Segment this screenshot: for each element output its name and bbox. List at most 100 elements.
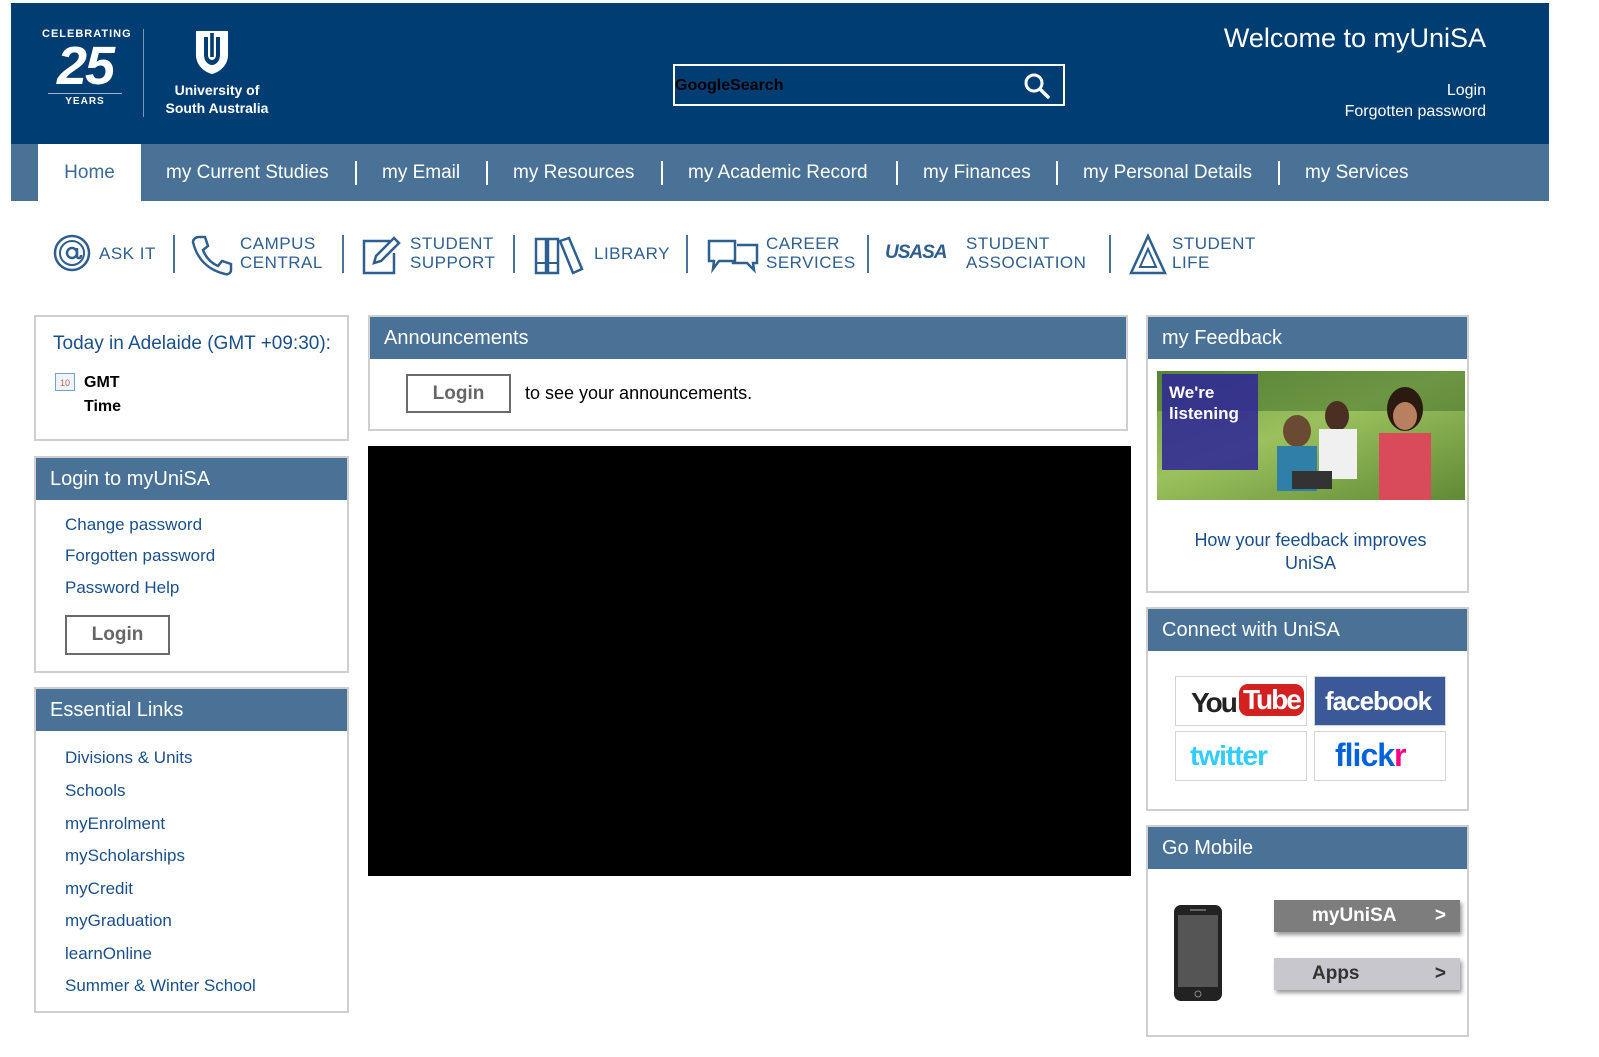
- header-forgotten-password-link[interactable]: Forgotten password: [1345, 101, 1486, 122]
- logo-divider: [143, 29, 144, 117]
- facebook-logo: facebook: [1325, 686, 1432, 716]
- login-panel-title: Login to myUniSA: [36, 458, 347, 500]
- nav-separator: [1278, 161, 1280, 185]
- nav-separator: [1056, 161, 1058, 185]
- books-icon: [534, 236, 584, 275]
- main-nav: Home my Current Studies my Email my Reso…: [11, 144, 1549, 201]
- header-links: Login Forgotten password: [1345, 80, 1486, 122]
- service-ask-it-label: ASK IT: [99, 244, 156, 263]
- nav-my-academic-record[interactable]: my Academic Record: [688, 144, 868, 201]
- nav-my-email[interactable]: my Email: [382, 144, 460, 201]
- nav-separator: [661, 161, 663, 185]
- speech-bubbles-icon: [707, 239, 759, 274]
- service-separator: [342, 235, 344, 273]
- service-ask-it[interactable]: ASK IT: [52, 215, 164, 295]
- service-library-label: LIBRARY: [594, 244, 670, 263]
- nav-my-services[interactable]: my Services: [1305, 144, 1408, 201]
- link-summer-winter-school[interactable]: Summer & Winter School: [65, 976, 256, 996]
- service-student-association[interactable]: USASA STUDENT ASSOCIATION: [885, 215, 1099, 295]
- service-separator: [173, 235, 175, 273]
- youtube-you: You: [1191, 687, 1238, 718]
- nav-my-current-studies[interactable]: my Current Studies: [166, 144, 329, 201]
- service-student-support-line1: STUDENT: [410, 234, 494, 253]
- at-icon: [53, 234, 91, 272]
- usasa-logo-icon: USASA: [885, 242, 948, 263]
- link-mycredit[interactable]: myCredit: [65, 879, 133, 899]
- youtube-link[interactable]: You Tube: [1175, 676, 1307, 726]
- password-help-link[interactable]: Password Help: [65, 578, 179, 598]
- university-name: University of South Australia: [157, 81, 277, 117]
- flickr-fl: flick: [1335, 737, 1395, 773]
- service-student-life-line2: LIFE: [1172, 253, 1210, 272]
- link-learnonline[interactable]: learnOnline: [65, 944, 152, 964]
- service-library[interactable]: LIBRARY: [533, 215, 673, 295]
- service-student-life-line1: STUDENT: [1172, 234, 1256, 253]
- login-button[interactable]: Login: [65, 615, 170, 655]
- youtube-tube: Tube: [1239, 684, 1304, 716]
- today-title: Today in Adelaide (GMT +09:30):: [53, 333, 331, 354]
- service-student-association-line1: STUDENT: [966, 234, 1050, 253]
- twitter-link[interactable]: twitter: [1175, 731, 1307, 781]
- service-career-services[interactable]: CAREER SERVICES: [705, 215, 857, 295]
- feedback-improves-link[interactable]: How your feedback improves UniSA: [1178, 529, 1443, 575]
- announcements-text: to see your announcements.: [525, 383, 753, 403]
- calendar-icon: 10: [55, 373, 75, 391]
- nav-my-resources[interactable]: my Resources: [513, 144, 634, 201]
- nav-home[interactable]: Home: [38, 144, 141, 201]
- feedback-banner-image[interactable]: We're listening: [1157, 371, 1465, 500]
- facebook-link[interactable]: facebook: [1314, 676, 1446, 726]
- unisa-logo[interactable]: University of South Australia: [153, 29, 283, 121]
- link-myscholarships[interactable]: myScholarships: [65, 846, 185, 866]
- connect-title: Connect with UniSA: [1148, 609, 1467, 651]
- flickr-logo-main: flickr: [1335, 737, 1407, 774]
- link-divisions-units[interactable]: Divisions & Units: [65, 748, 193, 768]
- link-mygraduation[interactable]: myGraduation: [65, 911, 172, 931]
- login-panel: Login to myUniSA Change password Forgott…: [34, 456, 349, 673]
- service-campus-central[interactable]: CAMPUS CENTRAL: [190, 215, 330, 295]
- announcements-title: Announcements: [370, 317, 1126, 359]
- today-time-label: Time: [84, 398, 122, 415]
- service-campus-central-line1: CAMPUS: [240, 234, 316, 253]
- search-input[interactable]: [675, 66, 1015, 104]
- service-career-services-line1: CAREER: [766, 234, 840, 253]
- site-header: CELEBRATING 25 YEARS University of South…: [11, 3, 1549, 144]
- header-login-link[interactable]: Login: [1345, 80, 1486, 101]
- phone-icon: [191, 235, 233, 276]
- triangle-icon: [1129, 233, 1167, 275]
- service-separator: [867, 235, 869, 273]
- service-career-services-line2: SERVICES: [766, 253, 856, 272]
- flickr-link[interactable]: flickr: [1314, 731, 1446, 781]
- service-separator: [686, 235, 688, 273]
- service-student-support[interactable]: STUDENT SUPPORT: [360, 215, 502, 295]
- essential-links-panel: Essential Links Divisions & Units School…: [34, 687, 349, 1013]
- mobile-myunisa-button[interactable]: myUniSA >: [1274, 900, 1460, 932]
- flickr-r: r: [1394, 737, 1406, 773]
- nav-separator: [355, 161, 357, 185]
- go-mobile-title: Go Mobile: [1148, 827, 1467, 869]
- go-mobile-panel: Go Mobile myUniSA > Apps >: [1146, 825, 1469, 1037]
- service-student-support-line2: SUPPORT: [410, 253, 496, 272]
- service-campus-central-line2: CENTRAL: [240, 253, 323, 272]
- pencil-icon: [362, 236, 401, 275]
- feedback-panel: my Feedback We're listening How your fee…: [1146, 315, 1469, 593]
- nav-my-finances[interactable]: my Finances: [923, 144, 1031, 201]
- service-separator: [513, 235, 515, 273]
- link-myenrolment[interactable]: myEnrolment: [65, 814, 165, 834]
- celebrating-25-years-logo[interactable]: CELEBRATING 25 YEARS: [42, 27, 131, 117]
- nav-my-personal-details[interactable]: my Personal Details: [1083, 144, 1252, 201]
- feedback-banner-text: We're listening: [1162, 374, 1258, 470]
- service-links-bar: ASK IT CAMPUS CENTRAL STUDENT SUPPORT LI…: [0, 215, 1599, 295]
- forgotten-password-link[interactable]: Forgotten password: [65, 546, 215, 566]
- service-separator: [1109, 235, 1111, 273]
- announcements-panel: Announcements Login to see your announce…: [368, 315, 1128, 431]
- change-password-link[interactable]: Change password: [65, 515, 202, 535]
- search-icon[interactable]: [1023, 72, 1051, 100]
- today-gmt-label: GMT: [84, 374, 120, 391]
- chevron-right-icon: >: [1434, 905, 1446, 926]
- link-schools[interactable]: Schools: [65, 781, 125, 801]
- announcements-login-button[interactable]: Login: [406, 374, 511, 413]
- mobile-apps-button[interactable]: Apps >: [1274, 958, 1460, 990]
- service-student-life[interactable]: STUDENT LIFE: [1128, 215, 1268, 295]
- university-name-line1: University of: [174, 82, 260, 98]
- video-player[interactable]: [368, 446, 1131, 876]
